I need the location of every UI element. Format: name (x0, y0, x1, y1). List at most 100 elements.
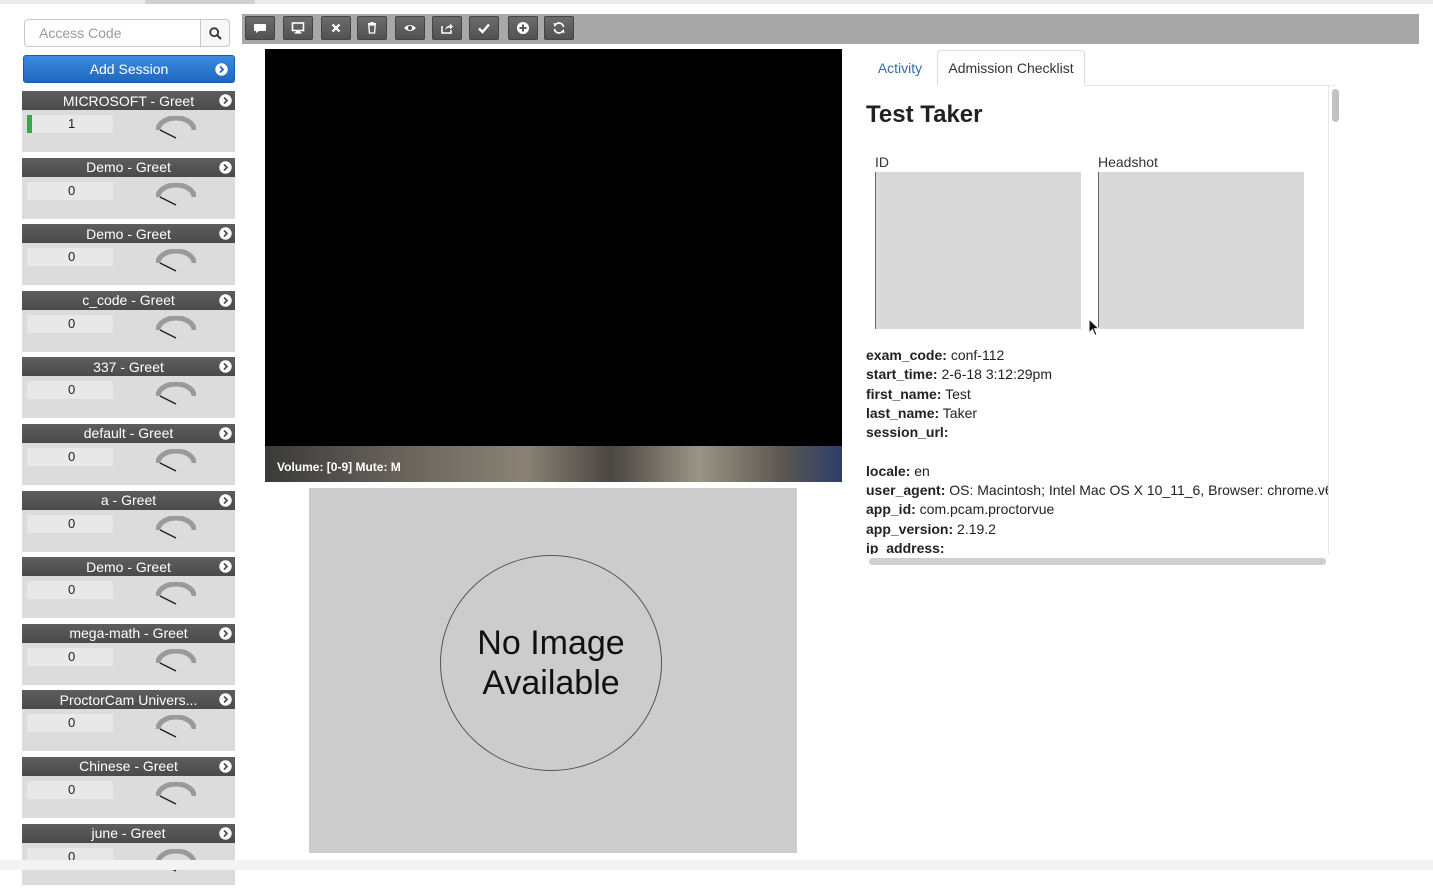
gauge-icon (156, 582, 196, 605)
session-header[interactable]: 337 - Greet (22, 357, 235, 377)
session-item[interactable]: MICROSOFT - Greet 1 (22, 91, 235, 158)
id-label: ID (875, 154, 889, 170)
chevron-right-circle-icon[interactable] (219, 693, 232, 707)
chevron-right-circle-icon[interactable] (219, 493, 232, 507)
headshot-image[interactable] (1098, 172, 1304, 329)
refresh-icon (553, 22, 565, 34)
plus-circle-icon (517, 22, 529, 34)
refresh-button[interactable] (544, 16, 574, 40)
gauge-icon (156, 116, 196, 139)
add-session-label: Add Session (89, 61, 169, 77)
session-item[interactable]: default - Greet 0 (22, 423, 235, 491)
field-row: ip_address: (866, 539, 1329, 554)
delete-button[interactable] (357, 16, 387, 40)
access-code-input[interactable] (24, 19, 200, 47)
approve-button[interactable] (469, 16, 499, 40)
no-image-circle: No Image Available (440, 555, 662, 771)
view-button[interactable] (395, 16, 425, 40)
field-key: exam_code: (866, 347, 947, 363)
field-value: en (910, 462, 930, 479)
session-body: 0 (22, 243, 235, 286)
search-button[interactable] (200, 19, 230, 47)
field-row: user_agent: OS: Macintosh; Intel Mac OS … (866, 481, 1329, 500)
session-count: 0 (27, 314, 113, 333)
chevron-right-circle-icon[interactable] (219, 360, 232, 374)
session-item[interactable]: june - Greet 0 (22, 823, 235, 890)
session-name: a - Greet (100, 492, 157, 509)
session-count-value: 0 (68, 315, 76, 331)
close-icon (331, 23, 341, 33)
session-count: 0 (27, 647, 113, 666)
gauge-icon (156, 315, 196, 339)
session-header[interactable]: ProctorCam Univers... (22, 690, 235, 710)
panel-horizontal-scrollbar[interactable] (869, 558, 1326, 565)
tab-admission-checklist[interactable]: Admission Checklist (937, 50, 1085, 86)
add-session-button[interactable]: Add Session (23, 55, 235, 83)
add-button[interactable] (508, 16, 538, 40)
session-name: Demo - Greet (86, 558, 171, 575)
field-row: start_time: 2-6-18 3:12:29pm (866, 365, 1329, 384)
id-image[interactable] (875, 172, 1081, 329)
chevron-right-circle-icon[interactable] (219, 826, 232, 840)
session-item[interactable]: Demo - Greet 0 (22, 157, 235, 225)
session-item[interactable]: Demo - Greet 0 (22, 557, 235, 624)
close-button[interactable] (321, 16, 351, 40)
session-item[interactable]: 337 - Greet 0 (22, 357, 235, 424)
session-item[interactable]: Chinese - Greet 0 (22, 756, 235, 824)
gauge-icon (156, 715, 196, 739)
session-count-value: 1 (68, 116, 76, 131)
no-image-line1: No Image (477, 624, 625, 662)
session-count: 0 (27, 181, 113, 200)
session-header[interactable]: Demo - Greet (22, 157, 235, 177)
session-item[interactable]: c_code - Greet 0 (22, 290, 235, 358)
chevron-right-circle-icon[interactable] (219, 227, 232, 240)
chevron-right-circle-icon[interactable] (219, 94, 232, 107)
session-count: 0 (27, 714, 113, 733)
session-header[interactable]: default - Greet (22, 423, 235, 443)
session-item[interactable]: a - Greet 0 (22, 490, 235, 558)
share-icon (441, 23, 453, 34)
field-key: user_agent: (866, 482, 946, 499)
gauge-icon (156, 515, 196, 539)
chevron-right-circle-icon[interactable] (219, 627, 232, 640)
session-count: 0 (27, 581, 113, 600)
session-item[interactable]: mega-math - Greet 0 (22, 623, 235, 691)
session-body: 0 (22, 775, 235, 818)
monitor-icon (291, 22, 305, 34)
session-count: 0 (27, 248, 113, 267)
session-header[interactable]: c_code - Greet (22, 290, 235, 310)
session-header[interactable]: MICROSOFT - Greet (22, 91, 235, 110)
session-item[interactable]: ProctorCam Univers... 0 (22, 690, 235, 757)
chevron-right-circle-icon[interactable] (219, 294, 232, 307)
eye-icon (404, 25, 416, 31)
screen-button[interactable] (283, 16, 313, 40)
share-button[interactable] (432, 16, 462, 40)
chat-icon (254, 24, 266, 33)
chevron-right-circle-icon[interactable] (219, 160, 232, 174)
session-header[interactable]: Demo - Greet (22, 224, 235, 244)
session-count: 0 (27, 514, 113, 533)
session-name: june - Greet (91, 825, 166, 842)
session-header[interactable]: june - Greet (22, 823, 235, 843)
gauge-icon (156, 648, 196, 672)
session-header[interactable]: Demo - Greet (22, 557, 235, 577)
check-icon (478, 23, 490, 34)
field-value: OS: Macintosh; Intel Mac OS X 10_11_6, B… (945, 482, 1329, 499)
session-header[interactable]: a - Greet (22, 490, 235, 510)
chevron-right-circle-icon[interactable] (219, 760, 232, 773)
field-value: Taker (939, 404, 978, 421)
panel-vertical-scrollbar[interactable] (1331, 88, 1341, 554)
field-value: 2.19.2 (953, 520, 996, 537)
chevron-right-circle-icon[interactable] (219, 427, 232, 440)
session-header[interactable]: mega-math - Greet (22, 623, 235, 643)
chat-button[interactable] (245, 16, 275, 40)
video-feed[interactable]: Volume: [0-9] Mute: M (265, 49, 842, 482)
session-header[interactable]: Chinese - Greet (22, 756, 235, 776)
top-divider (0, 0, 1433, 4)
session-name: Demo - Greet (86, 225, 171, 242)
tab-activity[interactable]: Activity (865, 50, 935, 86)
chevron-right-circle-icon[interactable] (219, 560, 232, 573)
session-item[interactable]: Demo - Greet 0 (22, 224, 235, 291)
field-key: app_version: (866, 520, 954, 537)
field-value: Test (941, 385, 971, 402)
